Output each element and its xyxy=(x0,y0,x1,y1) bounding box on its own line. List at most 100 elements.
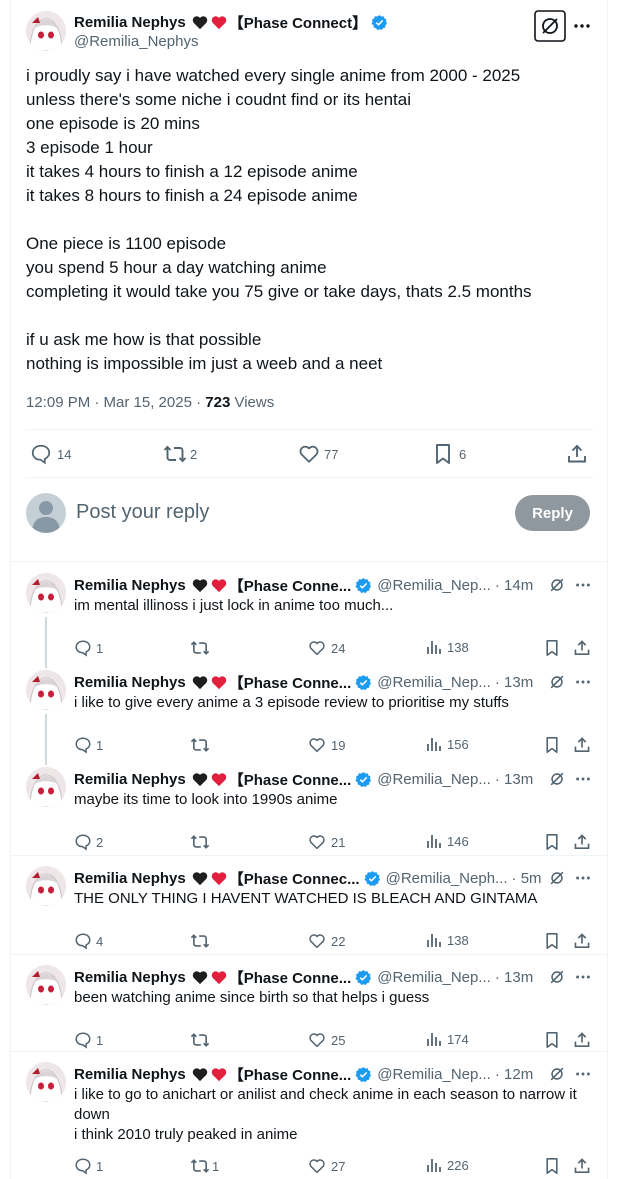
repost-action[interactable] xyxy=(190,639,212,657)
grok-button[interactable] xyxy=(548,968,566,986)
heart-icon xyxy=(309,934,325,949)
reply-count: 14 xyxy=(57,446,72,462)
repost-action[interactable]: 2 xyxy=(163,443,197,465)
avatar[interactable] xyxy=(26,670,66,710)
bookmark-action[interactable] xyxy=(544,1157,560,1175)
grok-button[interactable] xyxy=(548,770,566,788)
verified-badge-icon[interactable] xyxy=(364,870,381,887)
bookmark-action[interactable] xyxy=(544,833,560,851)
like-action[interactable]: 19 xyxy=(308,736,345,754)
reply-time[interactable]: · 13m xyxy=(495,771,533,788)
author-handle[interactable]: @Remilia_Nep... xyxy=(377,577,491,594)
like-action[interactable]: 25 xyxy=(308,1031,345,1049)
like-action[interactable]: 22 xyxy=(308,932,345,950)
author-name[interactable]: Remilia Nephys xyxy=(74,771,186,788)
share-action[interactable] xyxy=(573,736,591,754)
bookmark-action[interactable]: 6 xyxy=(433,443,466,465)
share-action[interactable] xyxy=(573,1031,591,1049)
author-name[interactable]: Remilia Nephys xyxy=(74,870,186,887)
share-action[interactable] xyxy=(573,833,591,851)
grok-button[interactable] xyxy=(548,576,566,594)
views-count: 138 xyxy=(447,932,469,948)
author-handle[interactable]: @Remilia_Nep... xyxy=(377,1066,491,1083)
grok-button[interactable] xyxy=(548,673,566,691)
author-tag: 【Phase Conne... xyxy=(228,675,352,692)
more-options-button[interactable] xyxy=(574,576,592,594)
avatar[interactable] xyxy=(26,767,66,807)
grok-button[interactable] xyxy=(548,1065,566,1083)
share-action[interactable] xyxy=(573,1157,591,1175)
avatar[interactable] xyxy=(26,1062,66,1102)
reply-time[interactable]: · 5m xyxy=(512,870,542,887)
reply-action[interactable]: 1 xyxy=(74,736,103,754)
reply-time[interactable]: · 13m xyxy=(495,674,533,691)
bookmark-action[interactable] xyxy=(544,736,560,754)
more-options-button[interactable] xyxy=(574,770,592,788)
more-options-button[interactable] xyxy=(574,968,592,986)
reply-action[interactable]: 2 xyxy=(74,833,103,851)
bookmark-action[interactable] xyxy=(544,639,560,657)
author-handle[interactable]: @Remilia_Nephys xyxy=(74,33,198,50)
more-options-button[interactable] xyxy=(574,673,592,691)
author-handle[interactable]: @Remilia_Neph... xyxy=(386,870,508,887)
repost-action[interactable] xyxy=(190,833,212,851)
reply-time[interactable]: · 12m xyxy=(495,1066,533,1083)
views-action[interactable]: 174 xyxy=(426,1031,469,1047)
views-action[interactable]: 156 xyxy=(426,736,469,752)
author-name[interactable]: Remilia Nephys xyxy=(74,14,186,31)
avatar[interactable] xyxy=(26,965,66,1005)
reply-action[interactable]: 1 xyxy=(74,1157,103,1175)
reply-action[interactable]: 1 xyxy=(74,1031,103,1049)
share-action[interactable] xyxy=(573,932,591,950)
views-action[interactable]: 226 xyxy=(426,1157,469,1173)
author-handle[interactable]: @Remilia_Nep... xyxy=(377,771,491,788)
views-action[interactable]: 138 xyxy=(426,639,469,655)
repost-action[interactable] xyxy=(190,1031,212,1049)
verified-badge-icon[interactable] xyxy=(355,969,372,986)
avatar-image xyxy=(26,11,66,51)
more-options-button[interactable] xyxy=(572,16,592,36)
share-action[interactable] xyxy=(566,443,588,465)
reply-action[interactable]: 14 xyxy=(30,443,71,465)
divider xyxy=(10,561,608,562)
author-name[interactable]: Remilia Nephys xyxy=(74,674,186,691)
share-action[interactable] xyxy=(573,639,591,657)
verified-badge-icon[interactable] xyxy=(355,771,372,788)
more-options-button[interactable] xyxy=(574,1065,592,1083)
current-user-avatar[interactable] xyxy=(26,493,66,533)
reply-time[interactable]: · 13m xyxy=(495,969,533,986)
like-action[interactable]: 24 xyxy=(308,639,345,657)
bookmark-action[interactable] xyxy=(544,1031,560,1049)
tweet-time[interactable]: 12:09 PM · Mar 15, 2025 · xyxy=(26,394,205,411)
repost-action[interactable] xyxy=(190,736,212,754)
like-action[interactable]: 21 xyxy=(308,833,345,851)
verified-badge-icon[interactable] xyxy=(355,674,372,691)
avatar[interactable] xyxy=(26,866,66,906)
more-options-button[interactable] xyxy=(574,869,592,887)
author-name[interactable]: Remilia Nephys xyxy=(74,1066,186,1083)
grok-button[interactable] xyxy=(548,869,566,887)
views-action[interactable]: 146 xyxy=(426,833,469,849)
author-name[interactable]: Remilia Nephys xyxy=(74,969,186,986)
views-action[interactable]: 138 xyxy=(426,932,469,948)
reply-button[interactable]: Reply xyxy=(515,495,590,531)
reply-input[interactable]: Post your reply xyxy=(76,501,209,524)
verified-badge-icon[interactable] xyxy=(355,577,372,594)
reply-action[interactable]: 1 xyxy=(74,639,103,657)
like-action[interactable]: 27 xyxy=(308,1157,345,1175)
repost-action[interactable]: 1 xyxy=(190,1157,219,1175)
bookmark-action[interactable] xyxy=(544,932,560,950)
repost-action[interactable] xyxy=(190,932,212,950)
reply-time[interactable]: · 14m xyxy=(495,577,533,594)
verified-badge-icon[interactable] xyxy=(355,1066,372,1083)
author-name[interactable]: Remilia Nephys xyxy=(74,577,186,594)
like-action[interactable]: 77 xyxy=(298,443,338,465)
author-handle[interactable]: @Remilia_Nep... xyxy=(377,969,491,986)
grok-button[interactable] xyxy=(534,10,566,42)
author-handle[interactable]: @Remilia_Nep... xyxy=(377,674,491,691)
avatar[interactable] xyxy=(26,573,66,613)
verified-badge-icon[interactable] xyxy=(371,14,388,31)
reply-header: Remilia Nephys 【Phase Conne... @Remilia_… xyxy=(74,575,533,596)
avatar[interactable] xyxy=(26,11,66,51)
reply-action[interactable]: 4 xyxy=(74,932,103,950)
